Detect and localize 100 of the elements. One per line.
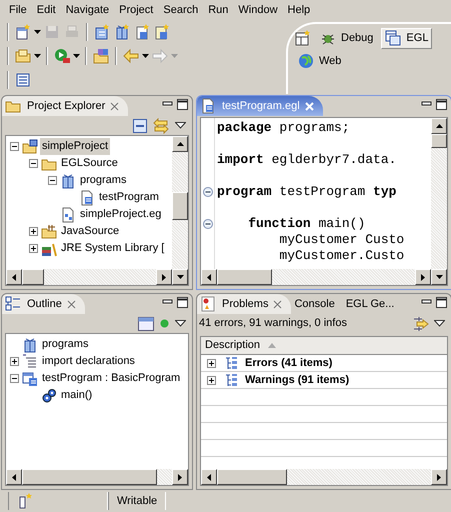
scroll-thumb[interactable] [217, 269, 272, 285]
tree-item[interactable]: import declarations [40, 353, 137, 370]
menu-item[interactable]: Search [158, 2, 204, 18]
scroll-left-icon[interactable] [12, 274, 16, 280]
dot-icon[interactable] [160, 319, 169, 328]
tree-item[interactable]: testProgram [97, 189, 161, 206]
scroll-thumb[interactable] [172, 192, 188, 220]
vertical-scrollbar[interactable] [172, 136, 188, 285]
scroll-right-icon[interactable] [162, 274, 166, 280]
hierarchy-icon [224, 356, 238, 370]
expand-toggle[interactable] [29, 227, 38, 236]
code-line: myCustomer Custo [278, 232, 404, 248]
expand-toggle[interactable] [207, 376, 216, 384]
window-icon[interactable] [138, 316, 154, 330]
menu-item[interactable]: Help [282, 2, 316, 18]
collapse-toggle[interactable] [29, 159, 38, 168]
perspective-button[interactable]: EGL [381, 28, 432, 48]
view-tab[interactable]: Outline [2, 294, 85, 314]
horizontal-scrollbar[interactable] [201, 269, 431, 285]
horizontal-scrollbar[interactable] [6, 469, 188, 485]
scroll-right-icon[interactable] [178, 474, 182, 480]
new-item-icon [17, 493, 33, 509]
outline-view-button[interactable] [14, 71, 32, 89]
tree-item[interactable]: programs [40, 336, 90, 353]
menu-item[interactable]: Window [233, 2, 283, 18]
fold-toggle-icon[interactable] [202, 187, 212, 197]
tree-item[interactable]: JavaSource [59, 223, 122, 240]
caret-icon[interactable] [73, 54, 80, 58]
perspective-button[interactable]: Debug [316, 28, 378, 48]
run-button[interactable] [53, 47, 71, 65]
expand-toggle[interactable] [29, 244, 38, 253]
horizontal-scrollbar[interactable] [6, 269, 172, 285]
scroll-down-icon[interactable] [176, 275, 184, 279]
window-layout-icon [385, 30, 402, 46]
view-tab[interactable]: Console [291, 294, 343, 314]
vertical-scrollbar[interactable] [431, 118, 447, 285]
menu-item[interactable]: Navigate [60, 2, 114, 18]
package-icon [60, 172, 76, 188]
scroll-thumb[interactable] [217, 469, 287, 485]
view-tab[interactable]: Problems [197, 294, 292, 314]
menu-item[interactable]: Project [114, 2, 158, 18]
tree-item[interactable]: JRE System Library [ [59, 240, 166, 257]
new-file-button[interactable] [153, 23, 171, 41]
menu-item[interactable]: Run [203, 2, 234, 18]
filter-arrow-icon[interactable] [412, 316, 428, 332]
maximize-icon[interactable] [436, 99, 447, 110]
tree-item[interactable]: EGLSource [59, 155, 120, 172]
code-line: import eglderbyr7.data. [217, 152, 398, 168]
menu-item[interactable]: Edit [32, 2, 61, 18]
fold-toggle-icon[interactable] [202, 219, 212, 229]
problem-group[interactable]: Errors (41 items) [245, 354, 332, 372]
scroll-thumb[interactable] [22, 469, 157, 485]
tree-item[interactable]: simpleProject.eg [78, 206, 164, 223]
scroll-thumb[interactable] [22, 269, 44, 285]
tree-item[interactable]: programs [78, 172, 128, 189]
open-perspective-button[interactable] [294, 28, 312, 48]
scroll-right-icon[interactable] [421, 274, 425, 280]
scroll-up-icon[interactable] [176, 142, 184, 146]
imports-icon [22, 354, 38, 370]
tree-item[interactable]: main() [59, 387, 94, 404]
menu-item[interactable]: File [4, 2, 32, 18]
scroll-left-icon[interactable] [207, 274, 211, 280]
collapse-toggle[interactable] [10, 142, 19, 151]
scroll-left-icon[interactable] [12, 474, 16, 480]
view-menu-icon[interactable] [175, 320, 186, 327]
expand-toggle[interactable] [207, 358, 216, 368]
view-menu-icon[interactable] [434, 320, 445, 327]
close-icon[interactable] [66, 298, 77, 310]
horizontal-scrollbar[interactable] [201, 469, 447, 485]
scroll-thumb[interactable] [431, 134, 447, 148]
close-icon[interactable] [272, 298, 284, 310]
open-project-button[interactable] [92, 47, 110, 65]
new-wizard-button[interactable] [14, 23, 32, 41]
collapse-toggle[interactable] [10, 374, 19, 383]
view-tab[interactable]: EGL Ge... [342, 294, 402, 314]
problem-group[interactable]: Warnings (91 items) [245, 372, 350, 388]
maximize-icon[interactable] [436, 297, 447, 308]
caret-icon[interactable] [142, 54, 149, 58]
close-icon[interactable] [109, 100, 120, 112]
scroll-right-icon[interactable] [437, 474, 441, 480]
collapse-toggle[interactable] [48, 176, 57, 185]
view-menu-icon[interactable] [175, 122, 186, 129]
scroll-left-icon[interactable] [207, 474, 211, 480]
tree-item[interactable]: testProgram : BasicProgram [40, 370, 182, 387]
code-line: program testProgram typ [217, 184, 398, 200]
collapse-all-icon[interactable] [133, 118, 147, 132]
package-icon [22, 336, 38, 352]
caret-icon[interactable] [34, 54, 41, 58]
perspective-button[interactable]: Web [294, 50, 346, 71]
maximize-icon[interactable] [177, 99, 188, 110]
new-project-button[interactable] [93, 23, 111, 41]
maximize-icon[interactable] [177, 297, 188, 308]
view-tab[interactable]: Project Explorer [2, 96, 128, 116]
scroll-down-icon[interactable] [436, 275, 442, 279]
tree-item[interactable]: simpleProject [40, 138, 110, 155]
globe-icon [298, 52, 314, 69]
status-text: Writable [117, 494, 158, 509]
scroll-up-icon[interactable] [436, 124, 442, 128]
caret-icon[interactable] [34, 30, 41, 34]
expand-toggle[interactable] [10, 357, 19, 366]
